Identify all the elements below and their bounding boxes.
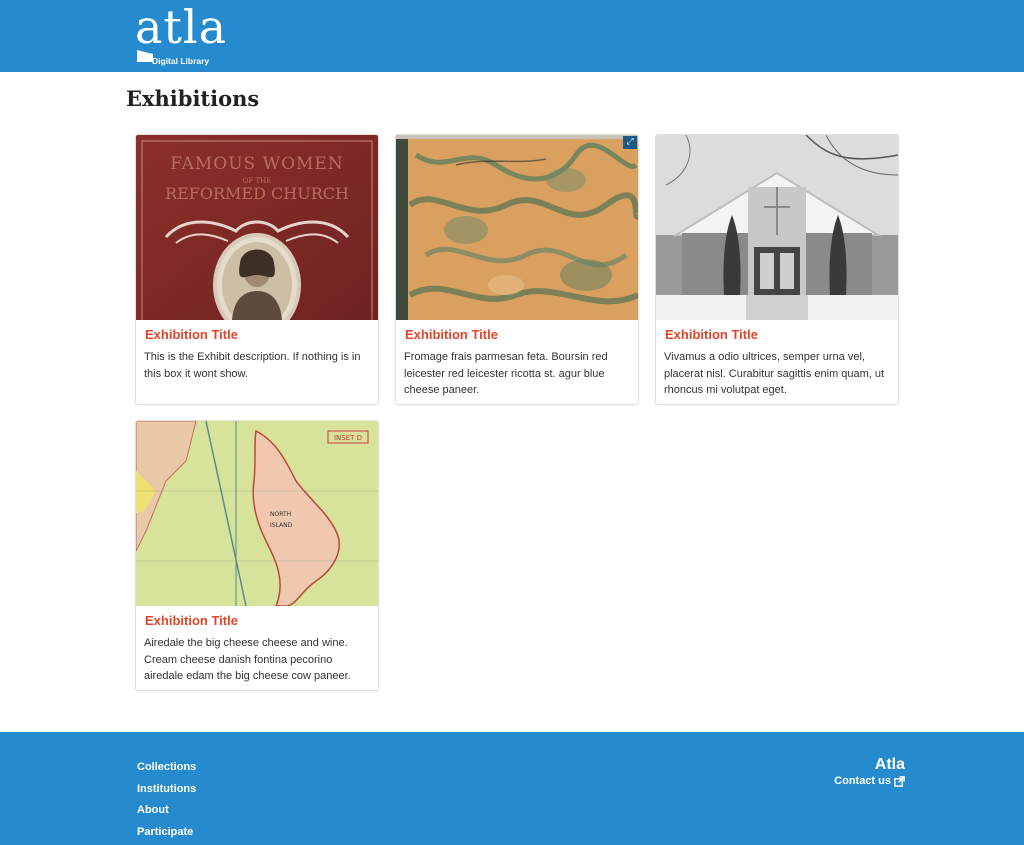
exhibition-description: This is the Exhibit description. If noth… [144, 351, 361, 380]
exhibition-description: Fromage frais parmesan feta. Boursin red… [404, 351, 608, 396]
church-photo-image [656, 135, 898, 320]
exhibition-title[interactable]: Exhibition Title [665, 327, 758, 342]
exhibition-thumbnail[interactable]: FAMOUS WOMEN OF THE REFORMED CHURCH [136, 135, 378, 320]
exhibition-description: Vivamus a odio ultrices, semper urna vel… [664, 351, 885, 396]
map-inset-label: INSET D [334, 434, 362, 442]
site-header: atla Digital Library [0, 0, 1024, 72]
logo-subtext: Digital Library [152, 56, 210, 66]
map-label-north: NORTH [270, 511, 291, 518]
exhibition-thumbnail[interactable]: INSET D NORTH ISLAND [136, 421, 378, 606]
exhibition-card[interactable]: INSET D NORTH ISLAND Exhibition Title Ai… [135, 420, 379, 691]
footer-link-participate[interactable]: Participate [137, 825, 196, 845]
map-image: INSET D NORTH ISLAND [136, 421, 378, 606]
contact-us-link[interactable]: Contact us [834, 775, 905, 787]
footer-link-institutions[interactable]: Institutions [137, 782, 196, 804]
exhibition-card[interactable]: FAMOUS WOMEN OF THE REFORMED CHURCH Exhi… [135, 134, 379, 405]
page-title: Exhibitions [126, 86, 260, 111]
exhibition-card[interactable]: ⤢ Exhibition Title Fromage frais parmesa… [395, 134, 639, 405]
exhibition-title[interactable]: Exhibition Title [145, 613, 238, 628]
external-link-icon [894, 775, 905, 787]
map-label-island: ISLAND [270, 522, 293, 529]
expand-icon[interactable]: ⤢ [623, 136, 637, 149]
atla-logo[interactable]: atla Digital Library [135, 0, 245, 69]
footer-nav: Collections Institutions About Participa… [137, 760, 196, 845]
exhibition-title[interactable]: Exhibition Title [405, 327, 498, 342]
logo-wordmark: atla [135, 0, 228, 54]
footer-brand[interactable]: Atla [875, 756, 905, 774]
exhibition-card[interactable]: Exhibition Title Vivamus a odio ultrices… [655, 134, 899, 405]
svg-text:FAMOUS WOMEN: FAMOUS WOMEN [170, 154, 343, 174]
exhibition-description: Airedale the big cheese cheese and wine.… [144, 637, 351, 682]
marbled-book-image [396, 135, 638, 320]
exhibition-thumbnail[interactable] [656, 135, 898, 320]
svg-text:REFORMED CHURCH: REFORMED CHURCH [165, 184, 349, 203]
footer-link-about[interactable]: About [137, 803, 196, 825]
site-footer: Collections Institutions About Participa… [0, 732, 1024, 845]
exhibition-title[interactable]: Exhibition Title [145, 327, 238, 342]
contact-us-label: Contact us [834, 775, 891, 787]
logo-flag-icon [137, 50, 153, 62]
exhibition-thumbnail[interactable]: ⤢ [396, 135, 638, 320]
footer-link-collections[interactable]: Collections [137, 760, 196, 782]
book-cover-image: FAMOUS WOMEN OF THE REFORMED CHURCH [136, 135, 378, 320]
